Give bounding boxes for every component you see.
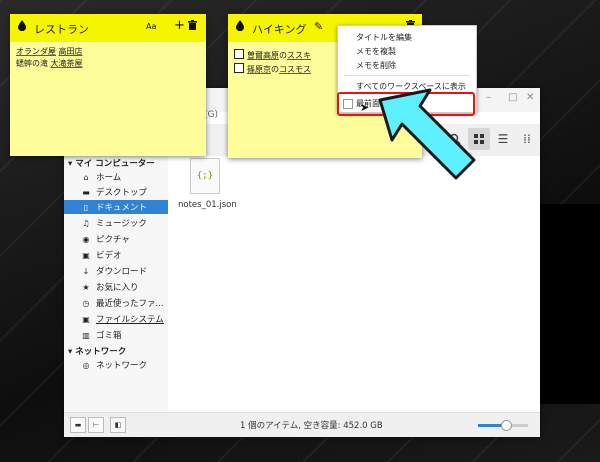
zoom-slider[interactable] (478, 420, 528, 431)
clock-icon: ◷ (82, 298, 90, 308)
network-icon: ◎ (82, 360, 90, 370)
home-icon: ⌂ (83, 172, 89, 182)
sidebar-heading-network: ▾ ネットワーク (68, 347, 127, 357)
checklist-item[interactable]: 篠原京のコスモス (234, 63, 311, 77)
minimize-icon[interactable]: – (486, 92, 491, 103)
note-restaurant: レストラン Aa + オランダ屋 高田店 蟋蟀の滝 大滝茶屋 (10, 14, 206, 156)
note-line: オランダ屋 高田店 (16, 47, 83, 56)
pencil-icon[interactable]: ✎ (314, 20, 323, 33)
droplet-icon (236, 20, 244, 34)
add-icon[interactable]: + (174, 18, 185, 33)
sidebar: ▾ マイ コンピューター ⌂ ホーム ▬ デスクトップ ▯ ドキュメント ♫ ミュージッ… (64, 156, 168, 412)
note-restaurant-header[interactable]: レストラン Aa + (10, 14, 206, 42)
black-panel (540, 204, 600, 404)
trash-icon[interactable] (188, 20, 197, 33)
note-hiking-body[interactable]: 曽爾高原のススキ 篠原京のコスモス (234, 49, 311, 77)
tree-toggle-icon[interactable]: ⊢ (88, 417, 104, 433)
menu-item-delete[interactable]: メモを削除 (356, 60, 396, 71)
json-file-icon[interactable]: {;} (190, 158, 220, 194)
sidebar-heading-computer: ▾ マイ コンピューター (68, 159, 155, 169)
camera-icon: ◉ (82, 234, 90, 244)
checklist-item[interactable]: 曽爾高原のススキ (234, 49, 311, 63)
sidebar-item-desktop[interactable]: ▬ デスクトップ (64, 185, 168, 199)
menu-item-edit-title[interactable]: タイトルを編集 (356, 32, 412, 43)
menu-go[interactable]: (G) (204, 110, 218, 120)
close-icon[interactable]: ✕ (526, 92, 534, 103)
sidebar-item-filesystem[interactable]: ▣ ファイルシステム (64, 312, 168, 326)
status-text: 1 個のアイテム, 空き容量: 452.0 GB (240, 421, 383, 431)
drive-icon: ▣ (82, 314, 90, 324)
compact-view-icon[interactable]: ⁞⁞ (516, 128, 538, 150)
menu-item-duplicate[interactable]: メモを複製 (356, 46, 396, 57)
sidebar-item-trash[interactable]: ▥ ゴミ箱 (64, 328, 168, 342)
music-icon: ♫ (82, 218, 90, 228)
note-restaurant-title[interactable]: レストラン (34, 21, 89, 37)
font-icon[interactable]: Aa (146, 22, 156, 31)
document-icon: ▯ (83, 202, 89, 212)
menu-separator (344, 75, 470, 76)
sidebar-item-favorites[interactable]: ★ お気に入り (64, 280, 168, 294)
arrow-annotation-icon (378, 88, 476, 180)
download-icon: ↓ (82, 266, 90, 276)
sidebar-item-pictures[interactable]: ◉ ピクチャ (64, 232, 168, 246)
sidebar-item-home[interactable]: ⌂ ホーム (64, 170, 168, 184)
sidebar-item-documents[interactable]: ▯ ドキュメント (64, 200, 168, 214)
sidebar-toggle-icon[interactable]: ◧ (110, 417, 126, 433)
file-name[interactable]: notes_01.json (178, 200, 237, 210)
droplet-icon (18, 20, 26, 34)
sidebar-item-music[interactable]: ♫ ミュージック (64, 216, 168, 230)
sidebar-item-videos[interactable]: ▣ ビデオ (64, 248, 168, 262)
zoom-slider-thumb[interactable] (501, 420, 512, 431)
mouse-pointer-icon: ➤ (360, 101, 370, 114)
trash-icon: ▥ (82, 330, 90, 340)
desktop-icon: ▬ (82, 187, 90, 197)
checkbox[interactable] (234, 63, 244, 73)
star-icon: ★ (82, 282, 90, 292)
sidebar-item-downloads[interactable]: ↓ ダウンロード (64, 264, 168, 278)
places-toggle-icon[interactable]: ▬ (70, 417, 86, 433)
video-icon: ▣ (82, 250, 90, 260)
maximize-icon[interactable]: □ (508, 92, 517, 103)
note-line: 蟋蟀の滝 大滝茶屋 (16, 59, 83, 68)
file-view: {;} notes_01.json (168, 156, 540, 412)
checkbox[interactable] (234, 49, 244, 59)
note-restaurant-body[interactable]: オランダ屋 高田店 蟋蟀の滝 大滝茶屋 (16, 46, 83, 70)
note-hiking-title[interactable]: ハイキング (252, 21, 306, 37)
sidebar-item-recent[interactable]: ◷ 最近使ったファ... (64, 296, 168, 310)
sidebar-item-network[interactable]: ◎ ネットワーク (64, 358, 168, 372)
list-view-icon[interactable]: ☰ (492, 128, 514, 150)
statusbar: ▬ ⊢ ◧ 1 個のアイテム, 空き容量: 452.0 GB (64, 412, 540, 437)
